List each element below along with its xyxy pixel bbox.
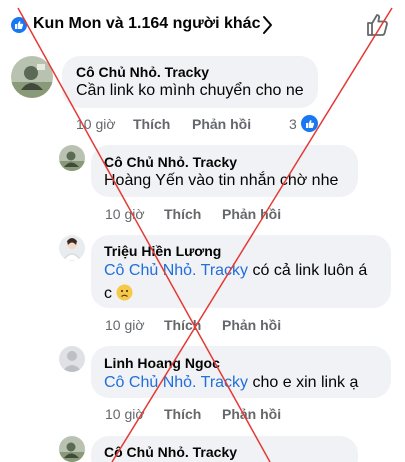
like-icon xyxy=(11,17,27,33)
comment-actions: 10 giờ Thích Phản hồi xyxy=(76,116,376,134)
reply-link[interactable]: Phản hồi xyxy=(222,406,281,422)
reactions-header[interactable]: Kun Mon và 1.164 người khác xyxy=(0,0,405,50)
reaction-count[interactable]: 3 xyxy=(289,116,297,132)
comment-time: 10 giờ xyxy=(105,206,145,222)
comment-time: 10 giờ xyxy=(105,317,145,333)
comment-actions: 10 giờ Thích Phản hồi xyxy=(105,317,305,335)
like-icon xyxy=(301,115,318,132)
mention-link[interactable]: Cô Chủ Nhỏ. Tracky xyxy=(104,262,248,279)
chevron-right-icon[interactable] xyxy=(262,14,274,41)
comment-author[interactable]: Linh Hoang Ngoc xyxy=(104,355,220,371)
comment-author[interactable]: Cô Chủ Nhỏ. Tracky xyxy=(104,154,237,170)
avatar[interactable] xyxy=(59,436,85,462)
comment-text: Cô Chủ Nhỏ. Tracky có cả link luôn á xyxy=(104,262,368,279)
comment-actions: 10 giờ Thích Phản hồi xyxy=(105,406,305,424)
like-link[interactable]: Thích xyxy=(164,317,201,333)
reply-link[interactable]: Phản hồi xyxy=(192,116,251,132)
like-link[interactable]: Thích xyxy=(164,206,201,222)
comment-time: 10 giờ xyxy=(105,406,145,422)
reply-link[interactable]: Phản hồi xyxy=(222,317,281,333)
comment-text: Cô Chủ Nhỏ. Tracky cho e xin link ạ xyxy=(104,374,359,391)
comment-author[interactable]: Triệu Hiền Lương xyxy=(104,243,221,259)
comment-text-line2: c xyxy=(104,284,133,303)
comment-author[interactable]: Cô Chủ Nhỏ. Tracky xyxy=(104,444,237,460)
thumbs-up-outline-icon[interactable] xyxy=(366,12,390,43)
comment-author[interactable]: Cô Chủ Nhỏ. Tracky xyxy=(76,64,209,80)
comment-actions: 10 giờ Thích Phản hồi xyxy=(105,206,305,224)
comment-text: Cần link ko mình chuyển cho ne xyxy=(76,82,304,99)
avatar[interactable] xyxy=(59,145,85,171)
avatar[interactable] xyxy=(59,346,85,372)
mention-link[interactable]: Cô Chủ Nhỏ. Tracky xyxy=(104,374,248,391)
avatar[interactable] xyxy=(11,56,53,98)
reply-link[interactable]: Phản hồi xyxy=(222,206,281,222)
avatar[interactable] xyxy=(59,235,85,261)
like-link[interactable]: Thích xyxy=(133,116,170,132)
like-link[interactable]: Thích xyxy=(164,406,201,422)
comment-text: Hoàng Yến vào tin nhắn chờ nhe xyxy=(104,172,339,189)
reactors-summary[interactable]: Kun Mon và 1.164 người khác xyxy=(33,15,260,33)
comment-time: 10 giờ xyxy=(76,116,116,132)
worried-face-emoji xyxy=(116,284,133,301)
